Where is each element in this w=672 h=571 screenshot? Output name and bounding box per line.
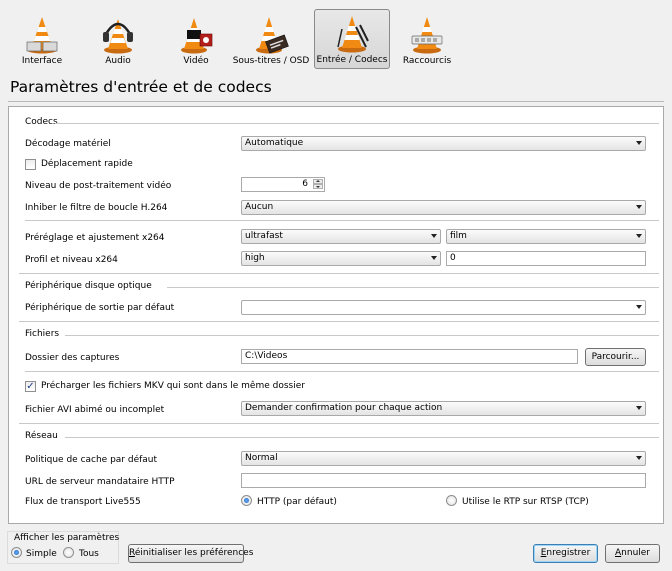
record-dir-input[interactable]: C:\Videos <box>241 349 578 364</box>
page-title: Paramètres d'entrée et de codecs <box>10 78 272 96</box>
simple-label: Simple <box>26 549 57 559</box>
category-audio[interactable]: Audio <box>94 9 142 69</box>
group-divider <box>167 287 659 288</box>
category-video[interactable]: Vidéo <box>172 9 220 69</box>
cancel-button[interactable]: Annuler <box>605 544 660 563</box>
category-label: Interface <box>21 56 63 66</box>
x264-level-input[interactable]: 0 <box>446 251 646 266</box>
category-label: Audio <box>105 56 131 66</box>
x264-preset-select[interactable]: ultrafast <box>241 229 441 244</box>
cache-policy-label: Politique de cache par défaut <box>25 455 158 465</box>
x264-tune-select[interactable]: film <box>446 229 646 244</box>
postproc-value: 6 <box>302 179 308 189</box>
cache-policy-select[interactable]: Normal <box>241 451 646 466</box>
vlc-cone-headphones-icon <box>103 19 133 54</box>
fast-seek-checkbox[interactable] <box>25 159 36 170</box>
group-title-optical: Périphérique disque optique <box>25 281 152 291</box>
cache-policy-value: Normal <box>245 453 278 463</box>
chevron-down-icon <box>636 141 642 145</box>
group-title-codecs: Codecs <box>25 117 58 127</box>
category-subtitles[interactable]: Sous-titres / OSD <box>232 9 310 69</box>
x264-profile-value: high <box>245 253 265 263</box>
chevron-down-icon <box>636 456 642 460</box>
optical-device-label: Périphérique de sortie par défaut <box>25 303 175 313</box>
mkv-preload-label: Précharger les fichiers MKV qui sont dan… <box>41 381 305 391</box>
loop-filter-value: Aucun <box>245 202 274 212</box>
loop-filter-label: Inhiber le filtre de boucle H.264 <box>25 203 168 213</box>
group-border <box>19 321 659 322</box>
group-divider <box>65 335 659 336</box>
avi-repair-value: Demander confirmation pour chaque action <box>245 403 443 413</box>
group-title-network: Réseau <box>25 431 58 441</box>
reset-preferences-label: éinitialiser les préférences <box>134 548 254 558</box>
cancel-label: nnuler <box>621 548 651 558</box>
loop-filter-select[interactable]: Aucun <box>241 200 646 215</box>
group-divider <box>55 123 659 124</box>
spin-down-icon[interactable] <box>313 184 323 189</box>
spin-buttons[interactable] <box>313 179 323 190</box>
fast-seek-label: Déplacement rapide <box>41 159 133 169</box>
chevron-down-icon <box>431 256 437 260</box>
live555-http-radio[interactable] <box>241 495 252 506</box>
group-divider <box>65 437 659 438</box>
postproc-spinbox[interactable]: 6 <box>241 177 325 192</box>
all-label: Tous <box>79 549 99 559</box>
avi-repair-select[interactable]: Demander confirmation pour chaque action <box>241 401 646 416</box>
vlc-cone-hotkeys-icon <box>411 17 443 54</box>
vlc-cone-video-icon <box>181 18 213 54</box>
record-dir-label: Dossier des captures <box>25 353 120 363</box>
category-hotkeys[interactable]: Raccourcis <box>398 9 456 69</box>
mkv-preload-checkbox[interactable]: ✓ <box>25 381 36 392</box>
live555-rtp-radio[interactable] <box>446 495 457 506</box>
vlc-cone-codecs-icon <box>337 16 369 53</box>
reset-preferences-button[interactable]: Réinitialiser les préférences <box>128 544 253 563</box>
optical-device-select[interactable] <box>241 300 646 315</box>
live555-rtp-label: Utilise le RTP sur RTSP (TCP) <box>462 497 589 507</box>
section-divider <box>25 220 659 221</box>
chevron-down-icon <box>636 305 642 309</box>
postproc-label: Niveau de post-traitement vidéo <box>25 181 172 191</box>
live555-http-label: HTTP (par défaut) <box>257 497 337 507</box>
live555-label: Flux de transport Live555 <box>25 497 141 507</box>
category-input-codecs[interactable]: Entrée / Codecs <box>314 9 390 69</box>
x264-profile-label: Profil et niveau x264 <box>25 255 118 265</box>
save-button[interactable]: Enregistrer <box>533 544 598 563</box>
avi-repair-label: Fichier AVI abimé ou incomplet <box>25 405 165 415</box>
category-toolbar: Interface Audio Vidéo Sous-titres / OSD … <box>0 0 672 72</box>
category-interface[interactable]: Interface <box>14 9 70 69</box>
section-divider <box>25 371 659 372</box>
x264-tune-value: film <box>450 231 467 241</box>
group-border <box>19 273 659 274</box>
chevron-down-icon <box>636 205 642 209</box>
all-radio[interactable] <box>63 547 74 558</box>
category-label: Vidéo <box>183 56 209 66</box>
category-label: Raccourcis <box>402 56 452 66</box>
hw-decoding-select[interactable]: Automatique <box>241 136 646 151</box>
x264-preset-value: ultrafast <box>245 231 283 241</box>
vlc-cone-interface-icon <box>26 17 58 54</box>
category-label: Sous-titres / OSD <box>232 56 310 66</box>
x264-profile-select[interactable]: high <box>241 251 441 266</box>
chevron-down-icon <box>636 234 642 238</box>
group-border <box>19 423 659 424</box>
group-title-files: Fichiers <box>25 329 60 339</box>
browse-button[interactable]: Parcourir... <box>585 348 646 366</box>
http-proxy-label: URL de serveur mandataire HTTP <box>25 477 175 487</box>
save-label: nregistrer <box>546 548 591 558</box>
title-divider <box>8 101 664 102</box>
hw-decoding-value: Automatique <box>245 138 304 148</box>
http-proxy-input[interactable] <box>241 473 646 488</box>
settings-panel: Codecs Décodage matériel Automatique Dép… <box>8 106 664 524</box>
chevron-down-icon <box>636 406 642 410</box>
category-label: Entrée / Codecs <box>316 55 388 65</box>
chevron-down-icon <box>431 234 437 238</box>
simple-radio[interactable] <box>11 547 22 558</box>
show-settings-label: Afficher les paramètres <box>14 533 120 543</box>
hw-decoding-label: Décodage matériel <box>25 139 111 149</box>
vlc-cone-subtitles-icon <box>256 17 289 54</box>
x264-preset-label: Préréglage et ajustement x264 <box>25 233 165 243</box>
